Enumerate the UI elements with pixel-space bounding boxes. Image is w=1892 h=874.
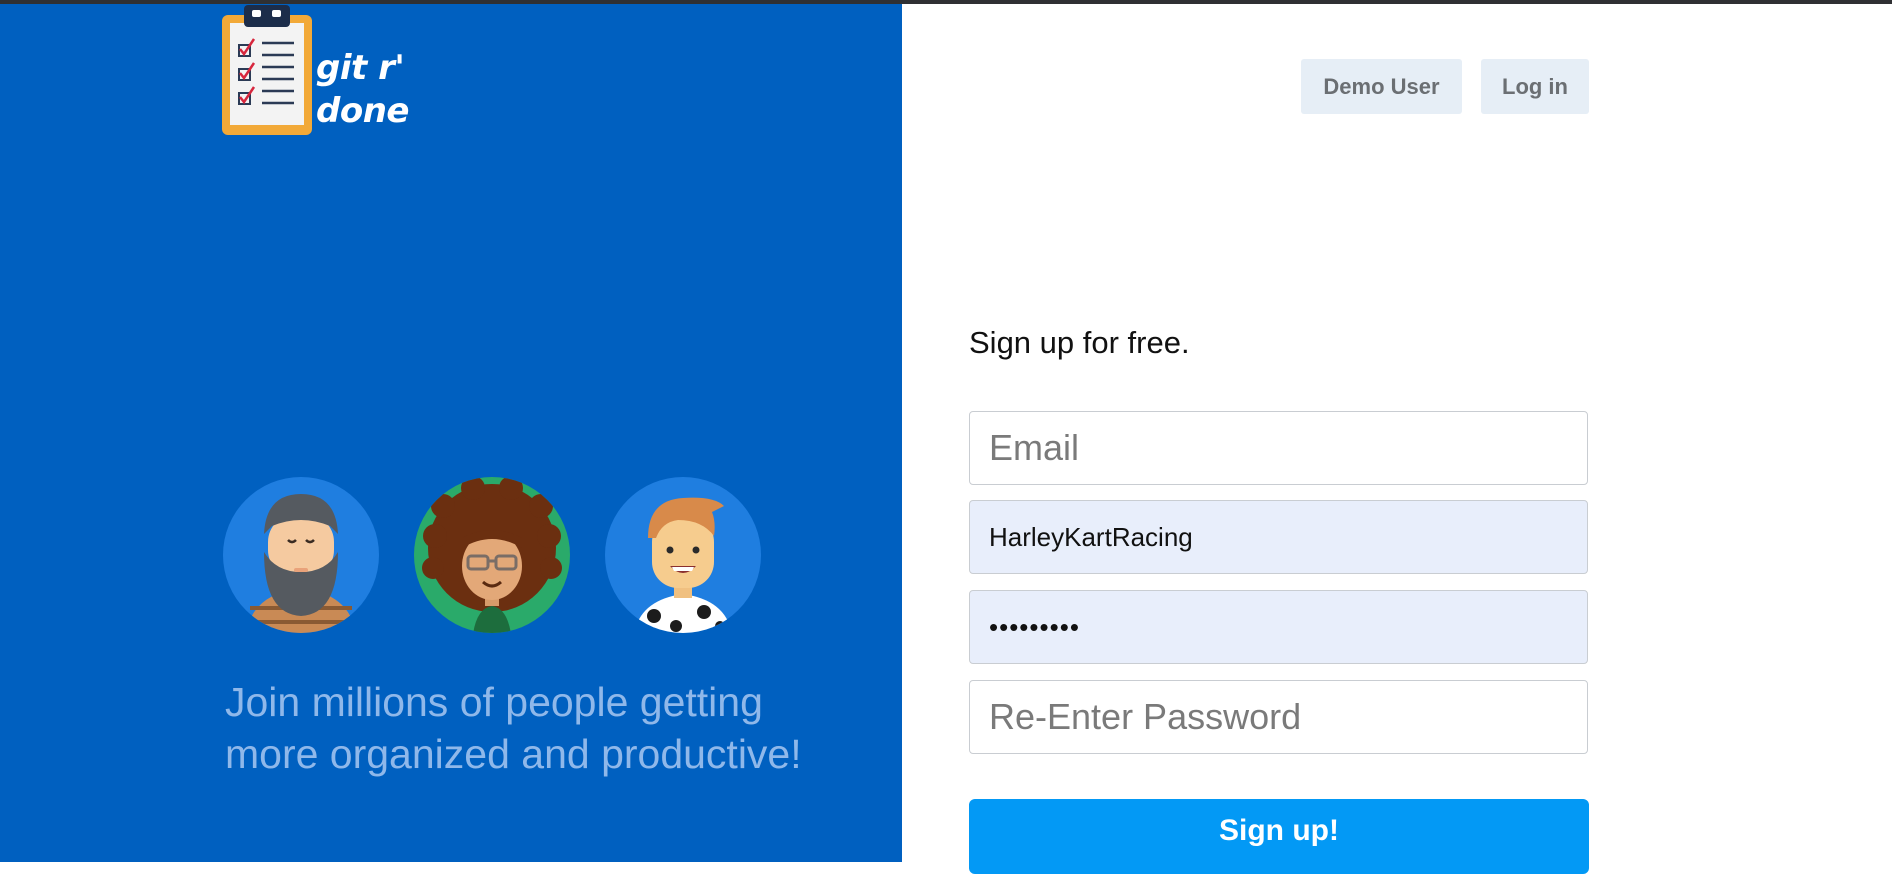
email-field[interactable] [969, 411, 1588, 485]
curly-hair-glasses-avatar [413, 476, 571, 634]
signup-title: Sign up for free. [969, 325, 1190, 360]
hero-tagline: Join millions of people getting more org… [225, 676, 885, 780]
signup-button[interactable]: Sign up! [969, 799, 1589, 874]
brand-name-line1: git r' [316, 48, 405, 88]
hero-tagline-line2: more organized and productive! [225, 731, 802, 777]
window-top-border [0, 0, 1892, 4]
brand-name[interactable]: git r' done [316, 47, 409, 133]
bearded-man-avatar [222, 476, 380, 634]
username-field[interactable] [969, 500, 1588, 574]
reenter-password-field[interactable] [969, 680, 1588, 754]
brand-name-line2: done [316, 91, 409, 131]
password-field[interactable] [969, 590, 1588, 664]
hero-panel: git r' done Join millions of people gett… [0, 0, 902, 862]
demo-user-button[interactable]: Demo User [1301, 59, 1462, 114]
hero-tagline-line1: Join millions of people getting [225, 679, 763, 725]
login-button[interactable]: Log in [1481, 59, 1589, 114]
smiling-man-avatar [604, 476, 762, 634]
avatar-group [222, 476, 762, 636]
